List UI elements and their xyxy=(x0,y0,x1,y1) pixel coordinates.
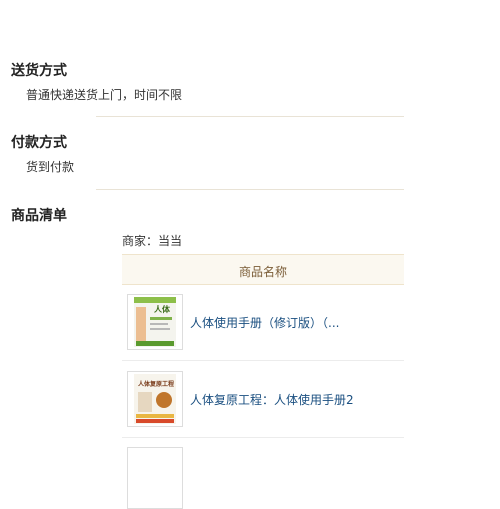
product-name-link[interactable]: 人体使用手册（修订版）（... xyxy=(190,314,339,331)
products-title: 商品清单 xyxy=(11,208,67,224)
delivery-text: 普通快递送货上门，时间不限 xyxy=(26,88,183,102)
svg-text:人体: 人体 xyxy=(154,304,171,314)
book-cover-icon[interactable]: 人体 xyxy=(127,294,183,350)
payment-text: 货到付款 xyxy=(26,160,75,174)
divider xyxy=(96,189,404,190)
merchant-label: 商家：当当 xyxy=(122,234,183,248)
product-name-link[interactable]: 人体复原工程：人体使用手册2 xyxy=(190,391,354,408)
table-header: 商品名称 xyxy=(122,254,404,285)
table-row: 人体 人体使用手册（修订版）（... xyxy=(122,284,404,361)
svg-text:人体复原工程: 人体复原工程 xyxy=(138,380,174,388)
divider xyxy=(96,116,404,117)
delivery-title: 送货方式 xyxy=(11,63,67,79)
column-header-product-name: 商品名称 xyxy=(238,265,287,279)
table-row: 人体复原工程 人体复原工程：人体使用手册2 xyxy=(122,361,404,438)
payment-title: 付款方式 xyxy=(11,135,67,151)
book-cover-icon[interactable]: 人体复原工程 xyxy=(127,371,183,427)
